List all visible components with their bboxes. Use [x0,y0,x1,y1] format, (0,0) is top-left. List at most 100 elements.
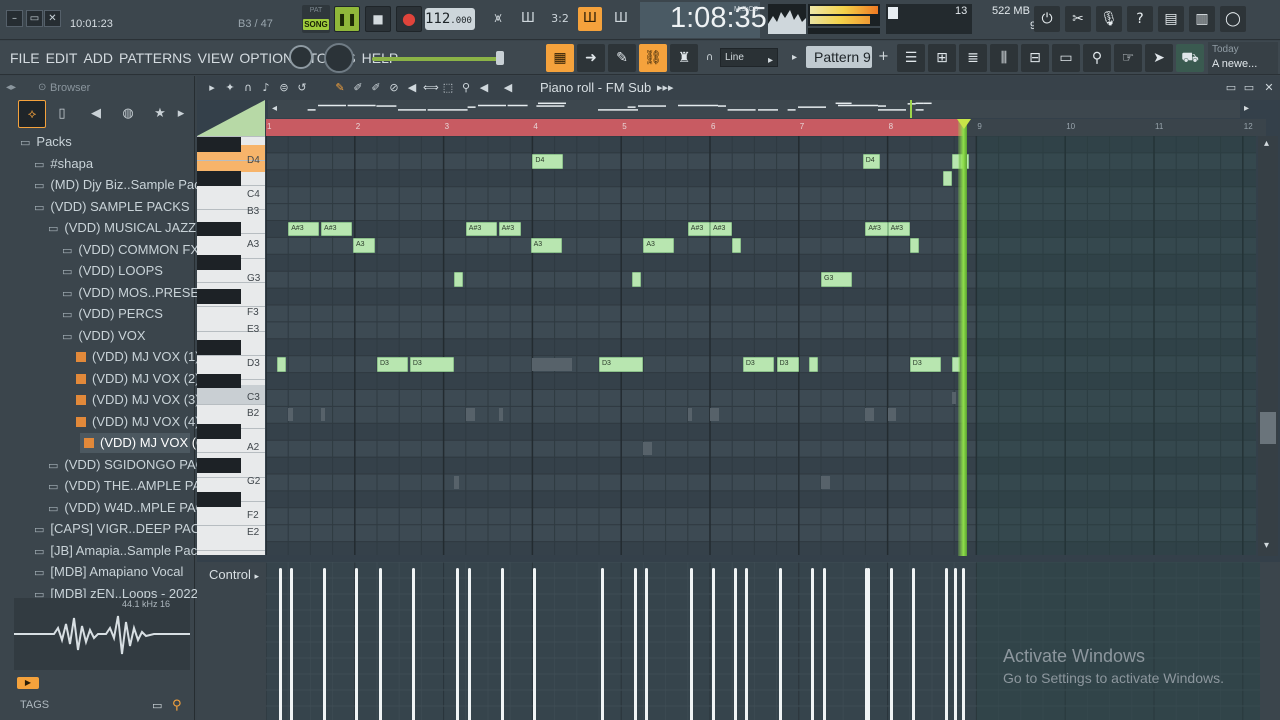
velocity-bar[interactable] [532,568,536,720]
velocity-bar[interactable] [867,568,871,720]
note-d3[interactable]: D3 [409,356,455,372]
browser-item[interactable]: ▭ (VDD) LOOPS [62,261,163,281]
note-grid[interactable]: D4 D4 A#3 A#3 A#3 A#3 A#3 A#3 A#3 A#3 A3 A3 A3 G3 D3 D3… [266,136,1256,555]
metronome-icon[interactable]: ⩙ [486,7,510,31]
browser-item[interactable]: ▭ (VDD) MOS..PRESETS [62,283,216,303]
note-a3[interactable]: A3 [353,238,376,254]
browser-item[interactable]: ▭ #shapa [34,154,93,174]
browser-item[interactable]: ▭ (VDD) MUSICAL JAZZ [48,218,196,238]
note-d3[interactable]: D3 [776,356,799,372]
velocity-bar[interactable] [911,568,915,720]
browser-arrows-icon[interactable]: ◂▸ [6,82,16,93]
browser-item[interactable]: ▭ (VDD) VOX [62,326,146,346]
pattern-add-icon[interactable]: + [878,49,889,64]
select-tool-icon[interactable]: ⬚ [441,80,455,96]
delete-tool-icon[interactable]: ⊘ [387,80,401,96]
velocity-bar[interactable] [778,568,782,720]
browser-item[interactable]: ▭ (VDD) THE..AMPLE PACK [48,476,219,496]
velocity-bar[interactable] [601,568,604,720]
plugin-picker-icon[interactable]: ➤ [1145,44,1173,72]
black-key[interactable] [197,255,241,271]
black-key[interactable] [197,373,241,389]
browser-file-icon[interactable]: ▯ [48,100,76,128]
black-key[interactable] [197,137,241,152]
note-a3[interactable]: A3 [643,238,675,254]
velocity-bar[interactable] [355,568,359,720]
pat-song-toggle[interactable]: PAT SONG [302,5,330,33]
loop-region[interactable] [266,119,963,136]
project-icon[interactable]: ▭ [1052,44,1080,72]
cut-icon[interactable]: ✂ [1065,6,1091,32]
restore-icon[interactable]: ▭ [26,10,43,27]
playback-tool-icon[interactable]: ◀ [477,80,491,96]
paint-tool-icon[interactable]: ✐ [351,80,365,96]
scrollbar-thumb[interactable] [1260,412,1276,444]
velocity-bar[interactable] [811,568,815,720]
shop-icon[interactable]: ⛟ [1176,44,1204,72]
velocity-bar[interactable] [379,568,382,720]
black-key[interactable] [197,170,241,186]
pr-menu-arrow-icon[interactable]: ▸ [205,80,219,96]
browser-item[interactable]: (VDD) MJ VOX (4) [76,412,200,432]
overview-left-icon[interactable]: ◂ [272,103,277,114]
menu-file[interactable]: FILE [10,50,40,66]
record-button[interactable]: ● [396,6,422,32]
velocity-bar[interactable] [290,568,294,720]
black-key[interactable] [197,458,241,473]
pr-minimize-icon[interactable]: ▭ [1242,80,1256,96]
velocity-bar[interactable] [734,568,738,720]
menu-view[interactable]: VIEW [198,50,234,66]
velocity-bar[interactable] [823,568,826,720]
control-selector[interactable]: Control ▸ [209,567,259,582]
note-d3[interactable]: D3 [909,356,941,372]
tempo-display[interactable]: 112.000 [425,8,475,30]
title-arrows-icon[interactable]: ▸▸▸ [657,80,674,96]
black-key[interactable] [197,289,241,304]
velocity-bar[interactable] [962,568,966,720]
master-volume-knob[interactable] [324,43,354,73]
touch-controller-icon[interactable]: ☞ [1114,44,1142,72]
note-asharp3[interactable]: A#3 [887,221,910,237]
browser-header[interactable]: ◂▸ ⊙ Browser [0,78,195,98]
arrow-tool-icon[interactable]: ➜ [577,44,605,72]
slip-tool-icon[interactable]: ⟺ [423,80,439,96]
browser-item[interactable]: ▭ (VDD) SAMPLE PACKS [34,197,190,217]
microphone-icon[interactable]: 🎙 [1096,6,1122,32]
black-key[interactable] [197,339,241,355]
note-g3[interactable]: G3 [821,272,853,288]
step-sequencer-icon[interactable]: ⊞ [928,44,956,72]
mixer-icon[interactable]: ⫼ [990,44,1018,72]
plugin-icon[interactable]: ⚲ [1083,44,1111,72]
playlist-icon[interactable]: ☰ [897,44,925,72]
speaker-icon[interactable]: ◀ [82,100,110,128]
stop-button[interactable]: ■ [365,6,391,32]
black-key[interactable] [197,424,241,440]
note-a3[interactable] [732,238,742,254]
globe-icon[interactable]: ◍ [114,100,142,128]
render-icon[interactable]: ▥ [1189,6,1215,32]
stamp-icon[interactable]: ♜ [670,44,698,72]
note-d4[interactable]: D4 [862,153,881,169]
velocity-bar[interactable] [323,568,327,720]
playhead[interactable] [958,119,967,556]
piano-keyboard[interactable]: D4 C4 B3 A3 G3 F3 E3 D3 C3 B2 A2 G2 F2 E2 [197,136,265,555]
snap-select[interactable]: Line ▸ [720,48,778,67]
note-asharp3[interactable]: A#3 [465,221,497,237]
star-icon[interactable]: ★ [146,100,174,128]
browser-item[interactable]: (VDD) MJ VOX (2) [76,369,200,389]
vertical-scrollbar[interactable]: ▴ ▾ [1258,136,1278,556]
velocity-bar[interactable] [744,568,748,720]
pattern-prev-icon[interactable]: ▸ [792,52,797,63]
velocity-bar[interactable] [411,568,415,720]
browser-toggle-icon[interactable]: ⊟ [1021,44,1049,72]
browser-item[interactable]: ▭ [CAPS] VIGR..DEEP PACK 1 [34,519,220,539]
wait-for-input-icon[interactable]: Ш [516,7,540,31]
pattern-overview[interactable] [268,100,1240,118]
note-d3[interactable]: D3 [742,356,774,372]
note-a3[interactable] [909,238,919,254]
browser-item[interactable]: ▭ Packs [20,132,72,152]
note-d3[interactable] [276,356,286,372]
overview-right-icon[interactable]: ▸ [1244,103,1249,114]
stamp-tool-icon[interactable]: ⊜ [277,80,291,96]
note-asharp3[interactable]: A#3 [498,221,521,237]
